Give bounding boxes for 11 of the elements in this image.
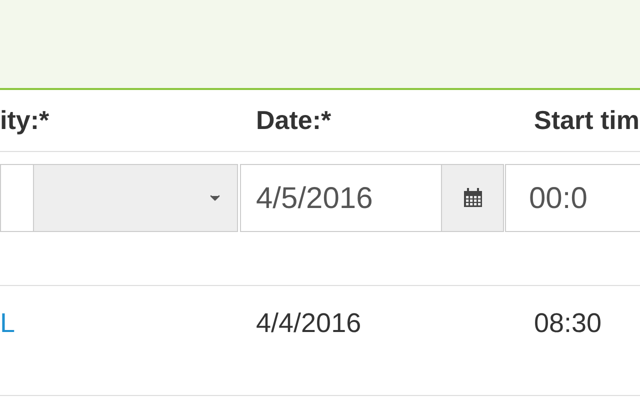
column-header: ity:* <box>0 105 50 135</box>
row-link[interactable]: L <box>0 308 16 338</box>
date-field[interactable]: 4/5/2016 <box>240 164 504 232</box>
column-header: Date:* <box>256 105 332 135</box>
column-header: Start tim <box>534 105 640 135</box>
table-cell: 4/4/2016 <box>256 308 362 338</box>
calendar-icon <box>462 188 482 208</box>
calendar-button[interactable] <box>441 165 503 231</box>
select-field[interactable] <box>0 164 238 232</box>
table-cell: 08:30 <box>534 308 602 338</box>
time-field[interactable]: 00:0 <box>505 164 640 232</box>
